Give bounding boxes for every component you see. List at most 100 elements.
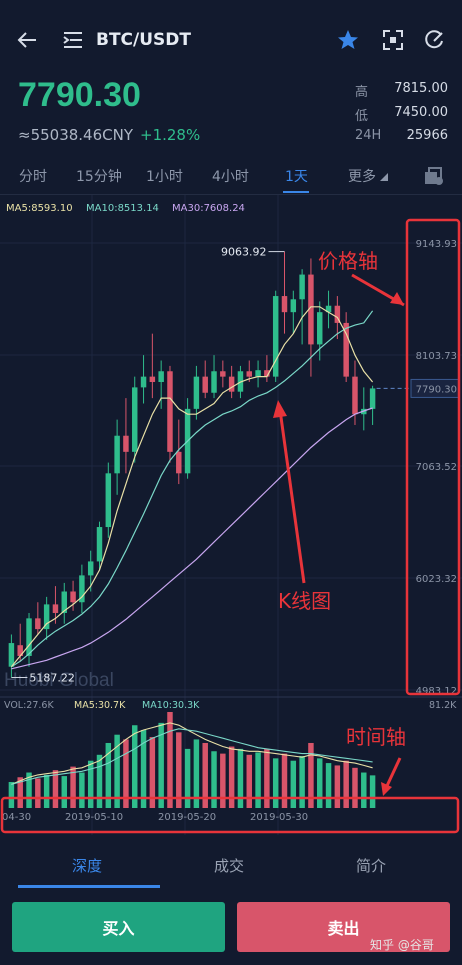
candle-body (281, 296, 288, 313)
volume-bar (8, 781, 15, 808)
last-price: 7790.30 (18, 76, 141, 114)
high-marker-label: 9063.92 (221, 246, 267, 259)
time-tick-label: 2019-05-10 (65, 812, 123, 823)
annotation-price-axis-text: 价格轴 (318, 249, 378, 273)
change-percent: +1.28% (140, 126, 201, 144)
tab-timeline[interactable]: 分时 (19, 166, 47, 186)
stat-label: 低 (355, 109, 369, 124)
volume-bar (211, 751, 217, 808)
back-arrow-icon[interactable] (16, 29, 38, 56)
price-axis: 9143.93 8103.73 7063.52 6023.32 4983.12 7790.… (376, 239, 460, 697)
candle-body (369, 388, 376, 409)
candle-body (255, 370, 261, 377)
stat-low: 低 7450.00 (355, 105, 448, 124)
volume-bar (325, 763, 332, 808)
tab-intro[interactable]: 简介 (356, 855, 386, 876)
tab-active-indicator (283, 191, 309, 193)
candle-body (96, 527, 103, 562)
volume-bar (255, 752, 261, 808)
candle-body (26, 618, 32, 656)
tab-trades[interactable]: 成交 (214, 855, 244, 876)
candle-body (87, 561, 94, 576)
volume-legend-ma10: MA10:30.3K (142, 700, 200, 711)
annotation-kline-arrowhead (273, 400, 287, 418)
price-tick-label: 8103.73 (416, 351, 457, 362)
candle-body (352, 376, 358, 415)
volume-bar (43, 774, 50, 808)
annotation-time-axis-text: 时间轴 (346, 725, 406, 749)
time-tick-label: 2019-05-20 (158, 812, 216, 823)
volume-bar (52, 770, 59, 808)
price-tick-label: 6023.32 (416, 574, 457, 585)
volume-legend-ma5: MA5:30.7K (74, 700, 126, 711)
stat-label: 高 (355, 85, 369, 100)
ma30-legend: MA30:7608.24 (172, 203, 245, 214)
volume-bar (369, 775, 376, 808)
candle-body (8, 643, 15, 667)
volume-bar (132, 725, 138, 808)
chart-settings-icon[interactable] (423, 166, 445, 190)
ma-lines (10, 306, 374, 670)
current-price-label: 7790.30 (416, 384, 457, 395)
fullscreen-icon[interactable] (382, 29, 404, 56)
ma10-legend: MA10:8513.14 (86, 203, 159, 214)
candle-body (317, 312, 323, 345)
candle-body (211, 371, 217, 393)
volume-bar (61, 776, 67, 808)
pair-title: BTC/USDT (96, 30, 191, 50)
volume-bar (96, 754, 103, 808)
star-icon[interactable] (336, 28, 360, 57)
candle-body (176, 451, 182, 474)
volume-bar (290, 760, 297, 808)
candle-body (149, 376, 156, 383)
volume-bar (299, 755, 305, 808)
volume-bar (246, 754, 252, 808)
annotation-kline-text: K线图 (278, 589, 331, 613)
ma5-legend: MA5:8593.10 (6, 203, 73, 214)
ma10-line (11, 310, 374, 668)
tab-depth[interactable]: 深度 (72, 855, 102, 876)
annotation-kline-arrow (278, 409, 306, 584)
tab-4hour[interactable]: 4小时 (212, 166, 249, 186)
candle-body (220, 371, 226, 377)
tab-15min[interactable]: 15分钟 (76, 166, 122, 186)
volume-bar (281, 753, 288, 808)
volume-bar (352, 767, 358, 808)
buy-button[interactable]: 买入 (12, 902, 225, 952)
volume-bar (343, 760, 349, 808)
stat-24h: 24H 25966 (355, 128, 448, 143)
menu-list-icon[interactable] (62, 30, 84, 55)
candle-body (35, 618, 41, 630)
low-marker-label: 5187.22 (29, 671, 75, 684)
candle-body (105, 473, 112, 528)
volume-bar (272, 758, 279, 808)
candle-body (70, 591, 76, 603)
stat-high: 高 7815.00 (355, 81, 448, 100)
volume-bar (79, 772, 85, 808)
tab-1day[interactable]: 1天 (285, 166, 308, 186)
kline-chart[interactable]: Huobi Global 9143.938103.737063.526023.3… (0, 195, 462, 835)
candle-body (158, 371, 164, 383)
ma30-line (11, 407, 373, 670)
refresh-icon[interactable] (423, 29, 445, 56)
time-tick-label: 2019-05-30 (250, 812, 308, 823)
stat-value: 25966 (406, 128, 448, 143)
tab-1hour[interactable]: 1小时 (146, 166, 183, 186)
tab-more[interactable]: 更多 (348, 166, 389, 186)
info-tab-indicator (18, 885, 160, 888)
volume-bar (334, 765, 341, 808)
candles (8, 251, 376, 678)
stat-label: 24H (355, 128, 382, 143)
candle-body (123, 435, 129, 452)
volume-bar (361, 772, 367, 808)
volume-bar (87, 760, 94, 808)
header-bar: BTC/USDT (0, 0, 462, 80)
volume-bar (220, 753, 226, 808)
annotation-time-arrow (384, 757, 402, 789)
candle-body (114, 435, 120, 474)
volume-bar (317, 758, 323, 808)
price-tick-label: 4983.12 (416, 686, 457, 697)
caret-down-icon (380, 173, 389, 181)
candle-body (140, 376, 147, 388)
annotation-price-axis-box (405, 218, 461, 696)
